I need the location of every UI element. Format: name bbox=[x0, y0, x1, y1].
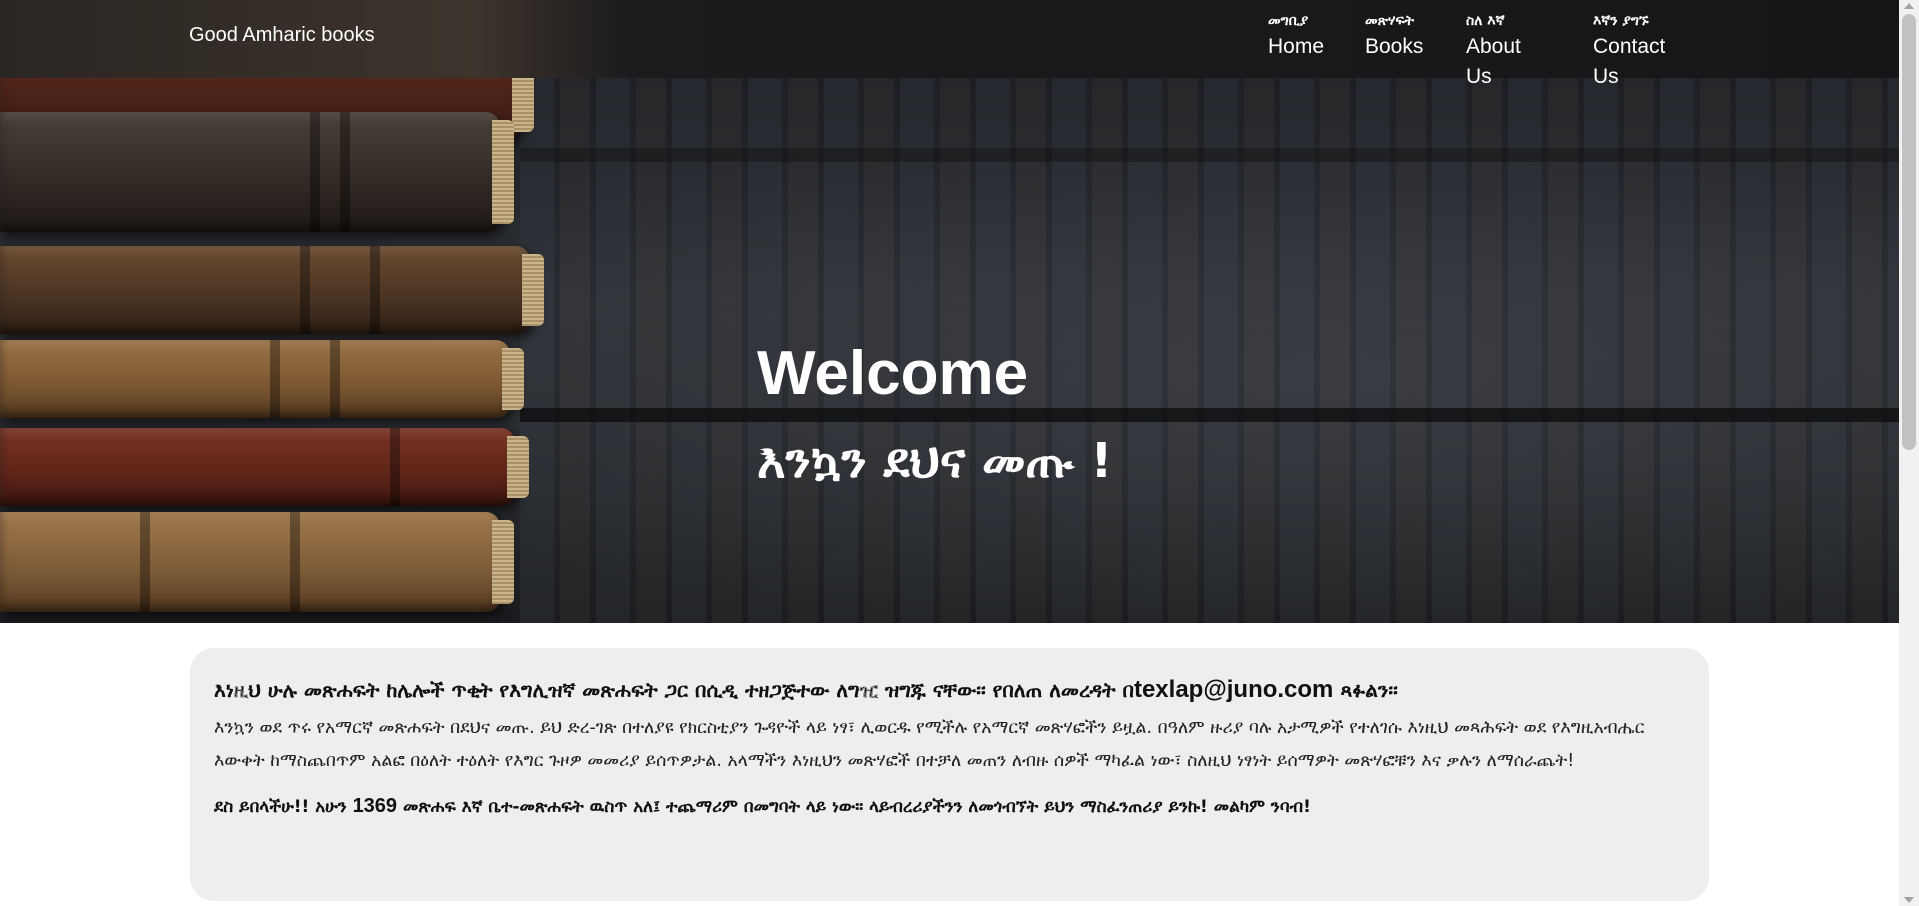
nav-contact-amharic: እኛን ያግኙ bbox=[1593, 13, 1649, 29]
page-scrollbar[interactable] bbox=[1899, 0, 1919, 906]
intro-lead-suffix: ጻፉልን፡፡ bbox=[1333, 678, 1398, 702]
hero-title: Welcome bbox=[757, 339, 1029, 408]
intro-lead-text: እነዚህ ሁሉ መጽሐፍት ከሌሎች ጥቂት የእግሊዝኛ መጽሐፍት ጋር በ… bbox=[214, 678, 1134, 702]
book-spine bbox=[0, 340, 524, 418]
nav-books-amharic: መጽሃፍት bbox=[1365, 13, 1415, 29]
library-note-text: ደስ ይበላችሁ!! አሁን bbox=[214, 797, 353, 817]
hero-subtitle: እንኳን ደህና መጡ ! bbox=[757, 433, 1113, 489]
scroll-thumb[interactable] bbox=[1902, 14, 1916, 450]
book-spine bbox=[0, 512, 514, 612]
book-spine bbox=[0, 246, 544, 334]
book-stack-image bbox=[0, 78, 560, 623]
site-brand[interactable]: Good Amharic books bbox=[189, 24, 375, 47]
nav-item-books[interactable]: መጽሃፍት Books bbox=[1365, 10, 1423, 62]
nav-books-label: Books bbox=[1365, 35, 1424, 58]
book-count: 1369 bbox=[352, 795, 398, 817]
book-spine bbox=[0, 112, 514, 232]
scroll-down-arrow-icon[interactable] bbox=[1904, 897, 1914, 903]
shelf-plank bbox=[520, 148, 1899, 162]
library-note-suffix: መጽሐፍ እኛ ቤተ-መጽሐፍት ዉስጥ አለ፤ ተጨማሪም በመግባት ላይ … bbox=[397, 797, 1311, 817]
top-navbar: Good Amharic books መግቢያ Home መጽሃፍት Books… bbox=[0, 0, 1899, 88]
library-note[interactable]: ደስ ይበላችሁ!! አሁን 1369 መጽሐፍ እኛ ቤተ-መጽሐፍት ዉስጥ… bbox=[214, 792, 1685, 821]
nav-item-contact[interactable]: እኛን ያግኙ Contact Us bbox=[1593, 10, 1665, 92]
intro-body: እንኳን ወደ ጥሩ የአማርኛ መጽሐፍት በደህና መጡ. ይህ ድረ-ገጽ… bbox=[214, 718, 1645, 771]
nav-home-amharic: መግቢያ bbox=[1268, 13, 1309, 29]
intro-lead: እነዚህ ሁሉ መጽሐፍት ከሌሎች ጥቂት የእግሊዝኛ መጽሐፍት ጋር በ… bbox=[214, 676, 1685, 704]
nav-home-label: Home bbox=[1268, 35, 1325, 58]
intro-card: እነዚህ ሁሉ መጽሐፍት ከሌሎች ጥቂት የእግሊዝኛ መጽሐፍት ጋር በ… bbox=[190, 648, 1709, 901]
hero-banner: Welcome እንኳን ደህና መጡ ! bbox=[0, 78, 1899, 623]
nav-item-about[interactable]: ስለ እኛ About Us bbox=[1466, 10, 1521, 92]
nav-contact-label: Contact Us bbox=[1593, 35, 1666, 88]
nav-about-amharic: ስለ እኛ bbox=[1466, 13, 1505, 29]
scroll-up-arrow-icon[interactable] bbox=[1904, 3, 1914, 9]
nav-item-home[interactable]: መግቢያ Home bbox=[1268, 10, 1324, 62]
contact-email-link[interactable]: texlap@juno.com bbox=[1134, 676, 1333, 703]
nav-about-label: About Us bbox=[1466, 35, 1521, 88]
book-spine bbox=[0, 428, 529, 506]
shelf-plank bbox=[520, 408, 1899, 422]
